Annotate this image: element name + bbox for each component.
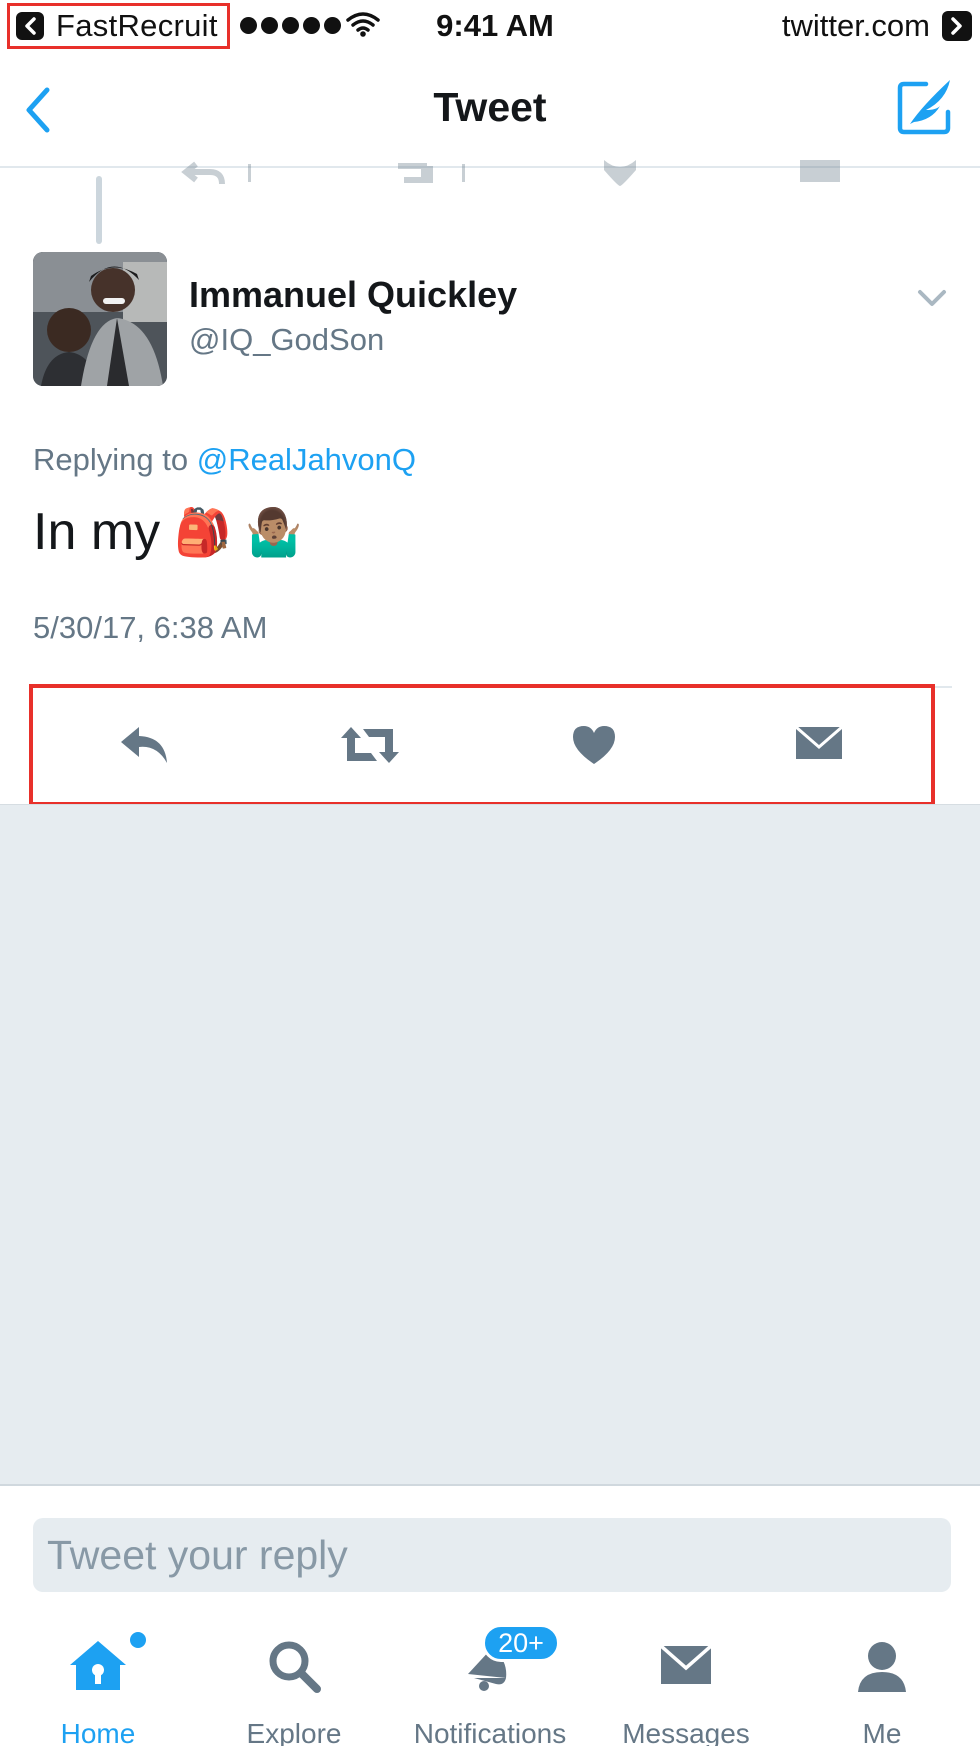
user-photo bbox=[33, 252, 167, 386]
compose-icon bbox=[897, 80, 951, 135]
like-button[interactable] bbox=[482, 688, 707, 802]
reply-button[interactable] bbox=[33, 688, 258, 802]
tab-notifications[interactable]: 20+ Notifications bbox=[392, 1600, 588, 1746]
replying-to-line: Replying to @RealJahvonQ bbox=[33, 442, 416, 478]
site-label: twitter.com bbox=[781, 8, 930, 43]
tab-messages-label: Messages bbox=[622, 1718, 750, 1746]
home-icon bbox=[67, 1638, 129, 1699]
backpack-emoji: 🎒 bbox=[174, 505, 232, 558]
home-new-indicator bbox=[130, 1632, 146, 1648]
compose-tweet-button[interactable] bbox=[896, 76, 954, 136]
author-name[interactable]: Immanuel Quickley bbox=[189, 274, 517, 316]
tab-bar: Home Explore 20+ Notifications Messages … bbox=[0, 1600, 980, 1746]
direct-message-button[interactable] bbox=[707, 688, 932, 802]
tab-home-label: Home bbox=[60, 1718, 136, 1746]
retweet-icon bbox=[340, 727, 399, 763]
tab-explore[interactable]: Explore bbox=[196, 1600, 392, 1746]
tab-me[interactable]: Me bbox=[784, 1600, 980, 1746]
replying-to-prefix: Replying to bbox=[33, 442, 189, 477]
tweet-timestamp: 5/30/17, 6:38 AM bbox=[33, 610, 268, 645]
empty-replies-area bbox=[0, 804, 980, 1484]
reply-input[interactable] bbox=[33, 1518, 951, 1592]
envelope-icon bbox=[658, 1638, 714, 1699]
tweet-text: In my 🎒 🤷🏽‍♂️ bbox=[33, 502, 303, 562]
tab-home[interactable]: Home bbox=[0, 1600, 196, 1746]
tab-messages[interactable]: Messages bbox=[588, 1600, 784, 1746]
thread-connector-line bbox=[96, 176, 102, 244]
search-icon bbox=[266, 1638, 322, 1699]
previous-tweet-actions bbox=[0, 160, 980, 190]
reply-composer bbox=[0, 1484, 980, 1600]
heart-icon bbox=[573, 726, 616, 764]
notifications-badge: 20+ bbox=[482, 1624, 560, 1662]
replying-to-mention-link[interactable]: @RealJahvonQ bbox=[197, 442, 416, 477]
navigation-bar: Tweet bbox=[0, 54, 980, 168]
author-handle[interactable]: @IQ_GodSon bbox=[189, 322, 384, 358]
tweet-actions-bar bbox=[29, 684, 935, 806]
avatar[interactable] bbox=[33, 252, 167, 386]
tab-notifications-label: Notifications bbox=[413, 1718, 567, 1746]
tweet-options-button[interactable] bbox=[912, 282, 952, 314]
envelope-icon bbox=[794, 725, 843, 759]
forward-site-button[interactable] bbox=[942, 11, 972, 41]
page-title: Tweet bbox=[433, 84, 547, 130]
retweet-button[interactable] bbox=[258, 688, 483, 802]
status-bar: FastRecruit 9:41 AM twitter.com bbox=[0, 0, 980, 54]
tab-explore-label: Explore bbox=[246, 1718, 342, 1746]
person-icon bbox=[854, 1638, 910, 1699]
chevron-down-icon bbox=[918, 290, 946, 306]
tab-me-label: Me bbox=[862, 1718, 902, 1746]
reply-icon bbox=[121, 727, 168, 763]
shrug-emoji: 🤷🏽‍♂️ bbox=[245, 505, 303, 558]
tweet-text-body: In my bbox=[33, 503, 161, 561]
